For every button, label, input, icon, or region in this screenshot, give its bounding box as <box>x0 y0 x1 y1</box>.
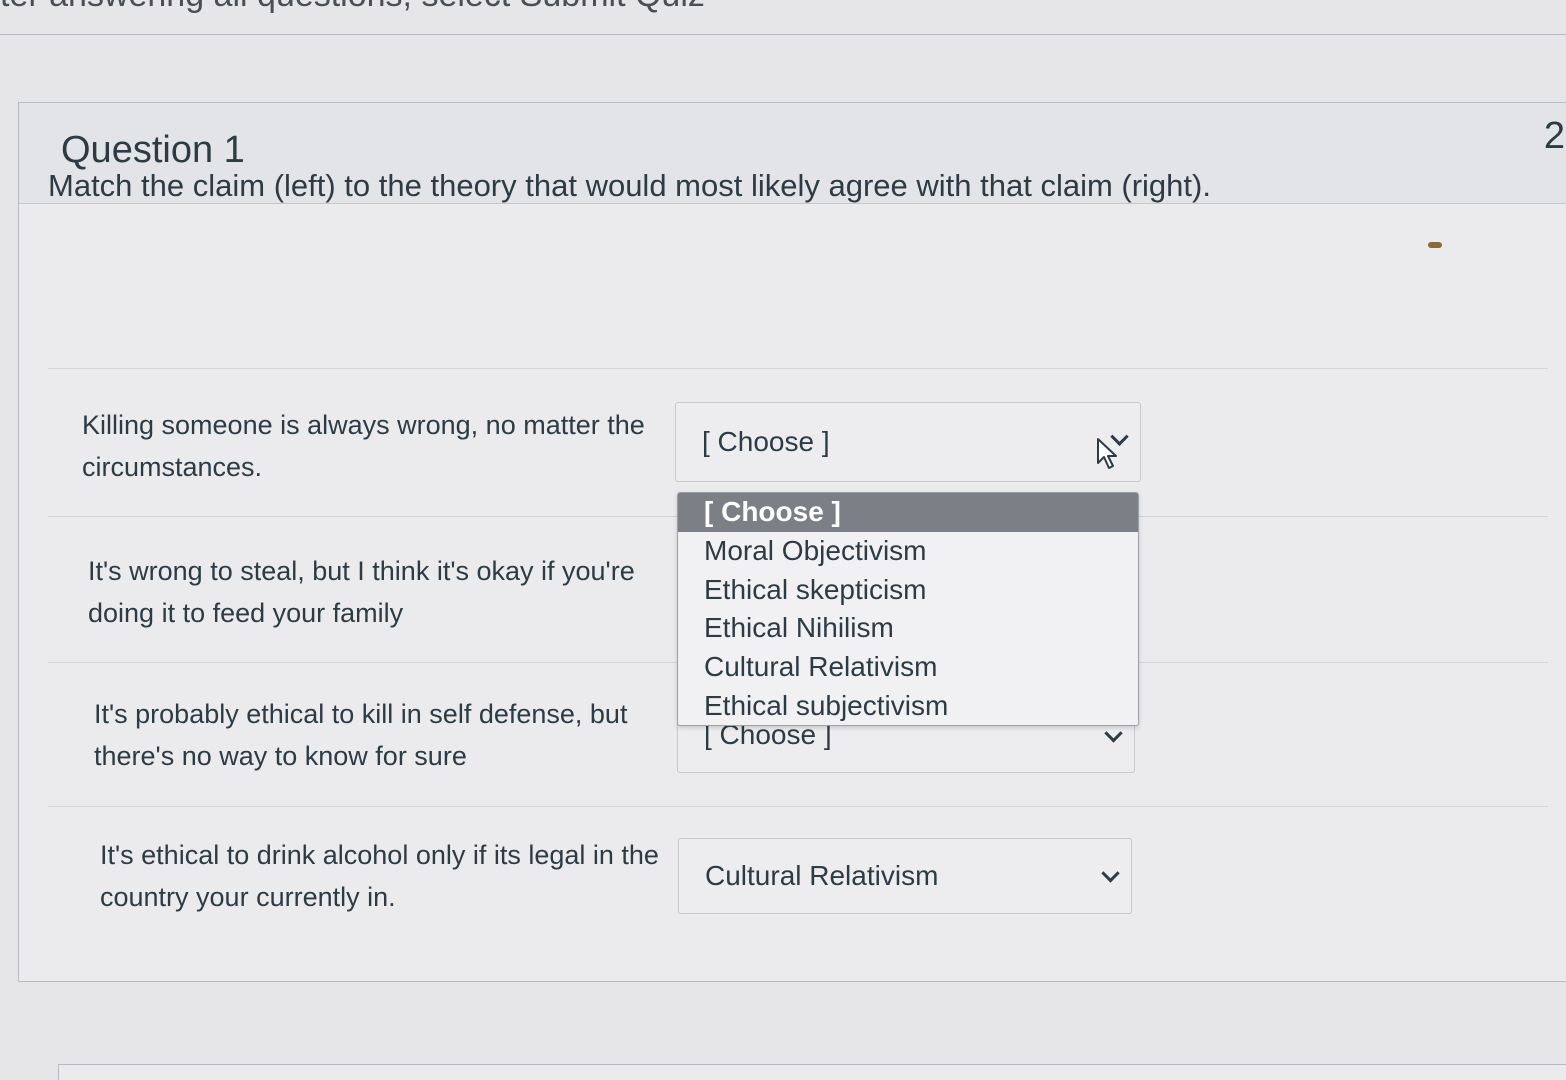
row-divider <box>48 806 1548 807</box>
select-value-4: Cultural Relativism <box>705 860 939 891</box>
dropdown-option-ethical-nihilism[interactable]: Ethical Nihilism <box>678 609 1138 648</box>
chevron-down-icon <box>1104 723 1123 743</box>
bookmark-icon[interactable] <box>1428 242 1442 248</box>
answer-select-4[interactable]: Cultural Relativism <box>678 838 1132 914</box>
row-divider <box>48 368 1548 369</box>
dropdown-option-cultural-relativism[interactable]: Cultural Relativism <box>678 648 1138 687</box>
question-points: 2 <box>1543 115 1565 157</box>
dropdown-option-ethical-skepticism[interactable]: Ethical skepticism <box>678 571 1138 610</box>
answer-select-1[interactable]: [ Choose ] <box>675 402 1141 482</box>
question-prompt: Match the claim (left) to the theory tha… <box>48 168 1211 203</box>
claim-text-1: Killing someone is always wrong, no matt… <box>82 410 645 482</box>
select-value-1: [ Choose ] <box>702 426 830 457</box>
claim-text-3: It's probably ethical to kill in self de… <box>94 699 628 771</box>
top-divider <box>0 34 1566 35</box>
dropdown-option-choose[interactable]: [ Choose ] <box>678 493 1138 532</box>
dropdown-option-ethical-subjectivism[interactable]: Ethical subjectivism <box>678 687 1138 725</box>
mouse-pointer-icon <box>1097 438 1117 469</box>
instructions-text: ter answering all questions, select Subm… <box>0 0 705 15</box>
claim-text-2: It's wrong to steal, but I think it's ok… <box>88 556 635 628</box>
question-title: Question 1 <box>61 129 245 171</box>
claim-text-4: It's ethical to drink alcohol only if it… <box>100 840 659 912</box>
next-question-card <box>58 1064 1566 1080</box>
dropdown-options-list[interactable]: [ Choose ] Moral Objectivism Ethical ske… <box>677 492 1139 726</box>
chevron-down-icon <box>1101 864 1120 883</box>
dropdown-option-moral-objectivism[interactable]: Moral Objectivism <box>678 532 1138 571</box>
